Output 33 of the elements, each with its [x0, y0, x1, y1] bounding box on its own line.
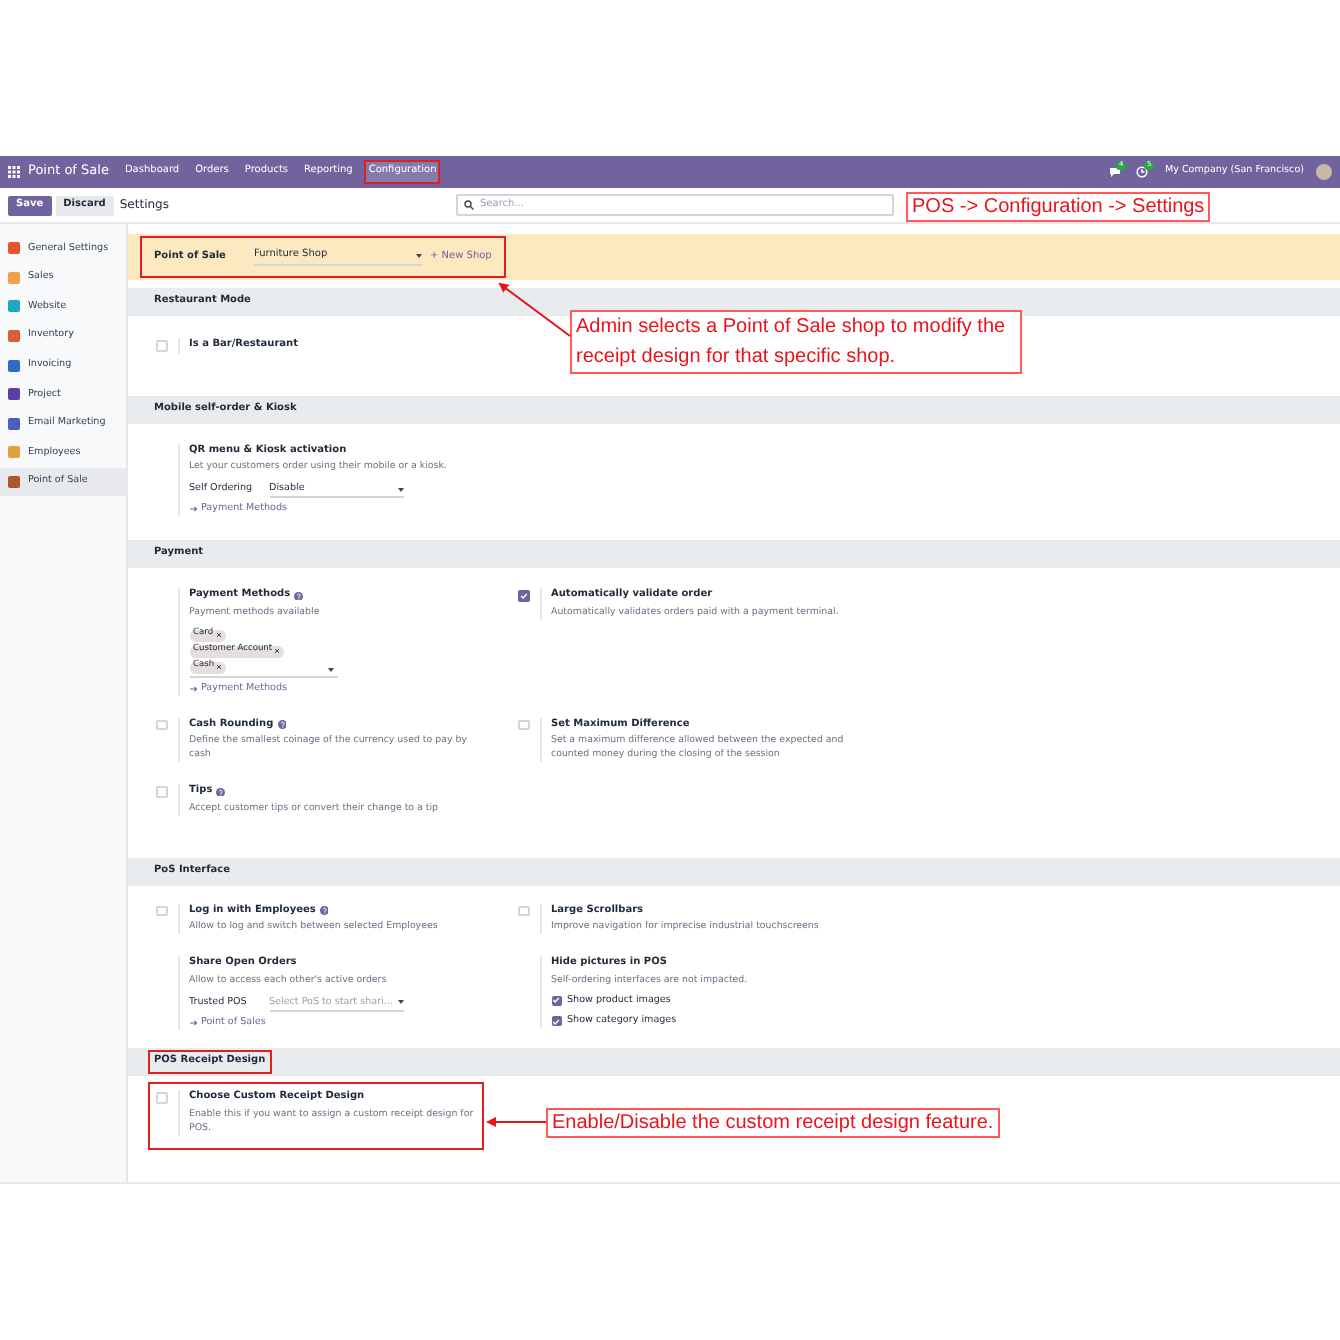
arrow-right-icon [189, 1019, 197, 1026]
help-icon [294, 591, 304, 601]
pointer-arrow [494, 278, 576, 342]
caret-icon [397, 1000, 403, 1005]
help-icon [319, 906, 329, 916]
callout-note: Admin selects a Point of Sale shop to modify the receipt design for that specific shop. [570, 310, 1022, 374]
callout-note: Enable/Disable the custom receipt design feature. [546, 1108, 1000, 1138]
annotation-label: POS -> Configuration -> Settings [906, 192, 1211, 222]
help-icon [277, 720, 287, 730]
arrow-right-icon [189, 685, 197, 692]
checkbox[interactable] [156, 1092, 167, 1104]
checkbox[interactable] [156, 905, 167, 917]
checkbox[interactable] [156, 340, 167, 351]
check-icon [552, 1017, 560, 1026]
caret-icon [397, 487, 403, 491]
apps-grid-icon [8, 166, 20, 178]
checkbox[interactable] [518, 719, 529, 731]
help-icon [216, 787, 226, 797]
search-icon [464, 200, 474, 210]
clock-icon [1136, 166, 1149, 178]
close-icon [274, 648, 281, 655]
check-icon [519, 591, 528, 600]
caret-icon [327, 667, 333, 672]
check-icon [552, 996, 560, 1005]
arrow-right-icon [189, 506, 197, 513]
caret-icon [416, 254, 422, 258]
chat-icon [1108, 166, 1123, 178]
checkbox[interactable] [518, 905, 529, 917]
checkbox[interactable] [156, 719, 167, 731]
close-icon [215, 632, 222, 639]
checkbox[interactable] [156, 786, 167, 798]
close-icon [216, 664, 223, 671]
avatar[interactable] [1316, 164, 1332, 180]
